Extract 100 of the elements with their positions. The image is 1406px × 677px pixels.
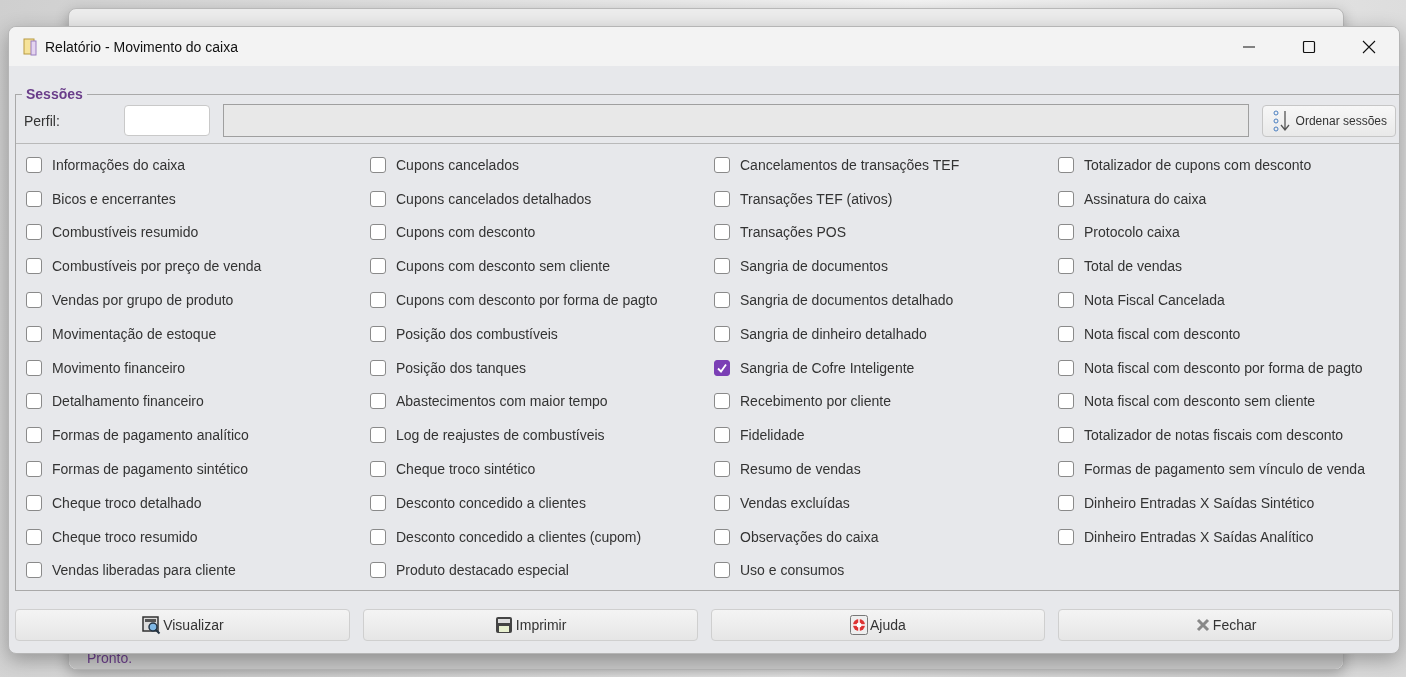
checkbox[interactable] [370,325,386,342]
profile-code-field[interactable] [124,105,210,136]
checkbox[interactable] [714,156,730,173]
session-option[interactable]: Sangria de Cofre Inteligente [714,350,1058,385]
checkbox[interactable] [26,325,42,342]
session-option[interactable]: Posição dos combustíveis [370,317,714,351]
checkbox[interactable] [1058,461,1074,478]
checkbox[interactable] [370,461,386,478]
checkbox[interactable] [370,190,386,207]
checkbox[interactable] [714,224,730,241]
session-option[interactable]: Uso e consumos [714,553,1058,588]
session-option[interactable]: Transações TEF (ativos) [714,181,1058,216]
session-option[interactable]: Formas de pagamento analítico [26,418,370,453]
session-option[interactable]: Sangria de documentos detalhado [714,283,1058,317]
checkbox[interactable] [26,258,42,275]
profile-name-field[interactable] [223,104,1249,137]
checkbox[interactable] [714,359,730,376]
session-option[interactable]: Cupons cancelados detalhados [370,181,714,216]
session-option[interactable]: Cupons com desconto [370,215,714,250]
session-option[interactable]: Observações do caixa [714,519,1058,554]
session-option[interactable]: Log de reajustes de combustíveis [370,418,714,453]
checkbox[interactable] [714,427,730,444]
session-option[interactable]: Totalizador de cupons com desconto [1058,148,1399,182]
session-option[interactable]: Formas de pagamento sem vínculo de venda [1058,452,1399,486]
checkbox[interactable] [26,224,42,241]
checkbox[interactable] [370,156,386,173]
session-option[interactable]: Dinheiro Entradas X Saídas Sintético [1058,485,1399,520]
session-option[interactable]: Abastecimentos com maior tempo [370,384,714,419]
help-button[interactable]: Ajuda [710,609,1046,641]
session-option[interactable]: Posição dos tanques [370,350,714,385]
checkbox[interactable] [1058,258,1074,275]
checkbox[interactable] [714,325,730,342]
checkbox[interactable] [26,528,42,545]
session-option[interactable]: Vendas excluídas [714,485,1058,520]
checkbox[interactable] [1058,292,1074,309]
checkbox[interactable] [1058,224,1074,241]
checkbox[interactable] [714,461,730,478]
checkbox[interactable] [370,359,386,376]
checkbox[interactable] [714,562,730,579]
session-option[interactable]: Cupons cancelados [370,148,714,182]
session-option[interactable]: Combustíveis por preço de venda [26,249,370,284]
session-option[interactable]: Combustíveis resumido [26,215,370,250]
checkbox[interactable] [26,427,42,444]
session-option[interactable]: Recebimento por cliente [714,384,1058,419]
session-option[interactable]: Transações POS [714,215,1058,250]
session-option[interactable]: Sangria de dinheiro detalhado [714,317,1058,351]
checkbox[interactable] [1058,528,1074,545]
session-option[interactable]: Nota fiscal com desconto [1058,317,1399,351]
session-option[interactable]: Assinatura do caixa [1058,181,1399,216]
checkbox[interactable] [1058,325,1074,342]
session-option[interactable]: Total de vendas [1058,249,1399,284]
session-option[interactable]: Movimentação de estoque [26,317,370,351]
session-option[interactable]: Nota fiscal com desconto sem cliente [1058,384,1399,419]
checkbox[interactable] [714,528,730,545]
checkbox[interactable] [26,494,42,511]
checkbox[interactable] [26,393,42,410]
checkbox[interactable] [26,359,42,376]
session-option[interactable]: Produto destacado especial [370,553,714,588]
sort-sessions-button[interactable]: Ordenar sessões [1261,104,1396,137]
session-option[interactable]: Vendas liberadas para cliente [26,553,370,588]
session-option[interactable]: Cupons com desconto por forma de pagto [370,283,714,317]
session-option[interactable]: Fidelidade [714,418,1058,453]
checkbox[interactable] [26,190,42,207]
checkbox[interactable] [370,393,386,410]
checkbox[interactable] [714,393,730,410]
checkbox[interactable] [370,427,386,444]
session-option[interactable]: Protocolo caixa [1058,215,1399,250]
checkbox[interactable] [26,461,42,478]
session-option[interactable]: Cupons com desconto sem cliente [370,249,714,284]
checkbox[interactable] [26,292,42,309]
checkbox[interactable] [370,494,386,511]
session-option[interactable]: Nota Fiscal Cancelada [1058,283,1399,317]
session-option[interactable]: Dinheiro Entradas X Saídas Analítico [1058,519,1399,554]
print-button[interactable]: Imprimir [362,609,698,641]
checkbox[interactable] [1058,494,1074,511]
session-option[interactable]: Formas de pagamento sintético [26,452,370,486]
checkbox[interactable] [714,258,730,275]
session-option[interactable]: Desconto concedido a clientes [370,485,714,520]
checkbox[interactable] [370,528,386,545]
checkbox[interactable] [1058,190,1074,207]
session-option[interactable]: Cancelamentos de transações TEF [714,148,1058,182]
checkbox[interactable] [1058,156,1074,173]
preview-button[interactable]: Visualizar [15,609,350,641]
checkbox[interactable] [370,292,386,309]
checkbox[interactable] [714,190,730,207]
session-option[interactable]: Nota fiscal com desconto por forma de pagto [1058,350,1399,385]
session-option[interactable]: Cheque troco detalhado [26,485,370,520]
checkbox[interactable] [370,258,386,275]
close-button[interactable]: Fechar [1058,609,1393,641]
checkbox[interactable] [1058,359,1074,376]
session-option[interactable]: Cheque troco resumido [26,519,370,554]
checkbox[interactable] [1058,427,1074,444]
checkbox[interactable] [26,156,42,173]
checkbox[interactable] [714,494,730,511]
checkbox[interactable] [370,562,386,579]
session-option[interactable]: Vendas por grupo de produto [26,283,370,317]
session-option[interactable]: Movimento financeiro [26,350,370,385]
session-option[interactable]: Sangria de documentos [714,249,1058,284]
checkbox[interactable] [370,224,386,241]
checkbox[interactable] [26,562,42,579]
